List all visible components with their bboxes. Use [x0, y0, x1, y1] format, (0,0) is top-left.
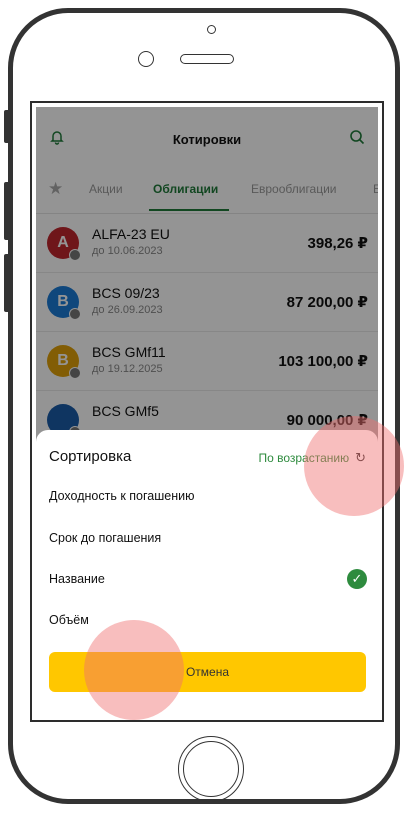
sort-option-volume[interactable]: Объём: [49, 613, 89, 627]
sensor-dot: [207, 25, 216, 34]
sort-option-term[interactable]: Срок до погашения: [49, 531, 161, 545]
sheet-title: Сортировка: [49, 448, 132, 465]
home-button[interactable]: [178, 736, 244, 802]
home-button-ring: [183, 741, 239, 797]
sort-option-yield[interactable]: Доходность к погашению: [49, 489, 194, 503]
front-camera: [138, 51, 154, 67]
sort-option-name[interactable]: Название: [49, 572, 105, 586]
tap-indicator: [304, 416, 404, 516]
check-icon: ✓: [347, 569, 367, 589]
tap-indicator: [84, 620, 184, 720]
phone-screen: Котировки ★ Акции Облигации Еврооблигаци…: [30, 101, 384, 722]
app-view: Котировки ★ Акции Облигации Еврооблигаци…: [36, 107, 378, 716]
earpiece-speaker: [180, 54, 234, 64]
